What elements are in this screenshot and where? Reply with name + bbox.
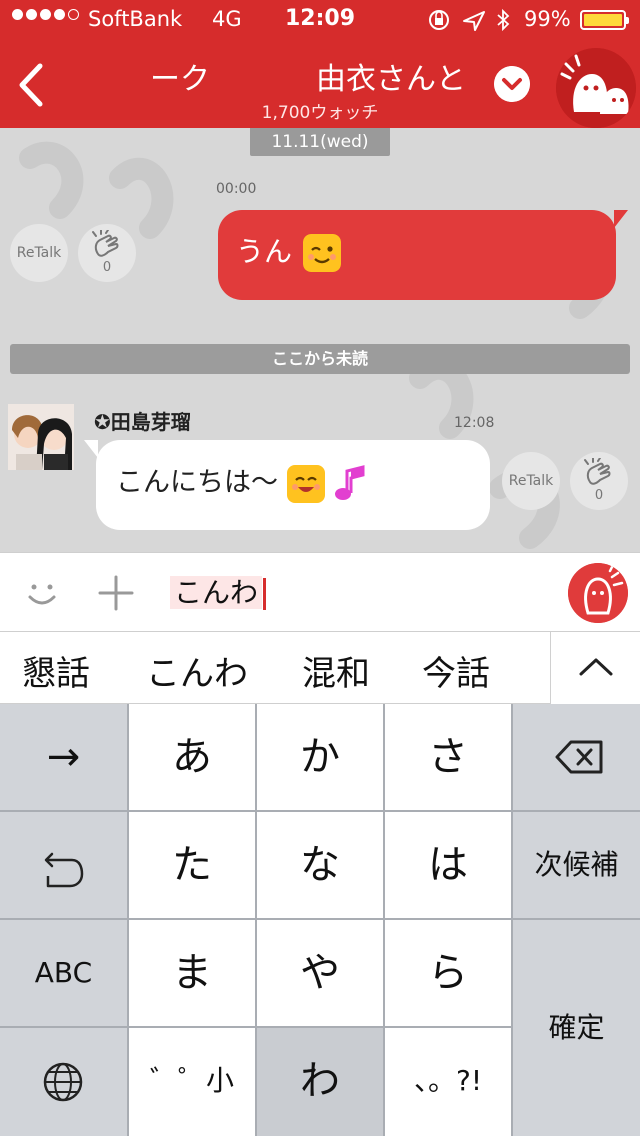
candidate-4[interactable]: 今話 xyxy=(422,646,490,695)
candidate-2[interactable]: こんわ xyxy=(146,646,248,695)
clap-count: 0 xyxy=(102,260,112,275)
talk-title-fragment: ーク xyxy=(150,62,210,97)
abc-key[interactable]: ABC xyxy=(0,920,127,1026)
composing-text: こんわ xyxy=(170,576,263,609)
globe-key[interactable] xyxy=(0,1028,127,1136)
smiling-face-emoji-icon xyxy=(286,464,325,503)
next-candidate-key[interactable]: 次候補 xyxy=(513,812,640,918)
sent-message-time: 00:00 xyxy=(216,181,257,197)
candidate-1[interactable]: 懇話 xyxy=(22,646,90,695)
key-wa[interactable]: わ xyxy=(257,1028,383,1136)
punctuation-key[interactable]: 、。?! xyxy=(385,1028,511,1136)
dakuten-key[interactable]: ゛゜小 xyxy=(129,1028,255,1136)
key-ya[interactable]: や xyxy=(257,920,383,1026)
received-message-text: こんにちは〜 xyxy=(116,467,278,498)
sent-message-text: うん xyxy=(236,235,293,268)
message-input-bar: こんわ xyxy=(0,552,640,632)
text-caret xyxy=(263,578,267,610)
sender-name: ✪田島芽瑠 xyxy=(94,410,191,434)
winking-face-emoji-icon xyxy=(302,234,341,272)
sender-avatar[interactable] xyxy=(8,404,74,470)
retalk-button[interactable]: ReTalk xyxy=(502,452,560,510)
date-label: 11.11(wed) xyxy=(250,128,390,156)
message-input[interactable]: こんわ xyxy=(170,571,550,615)
system-status-icons xyxy=(429,8,510,32)
globe-icon xyxy=(43,1062,83,1102)
received-message-time: 12:08 xyxy=(454,415,495,431)
clap-button[interactable]: 0 xyxy=(78,224,136,282)
mascot-send-icon[interactable] xyxy=(568,563,628,623)
plus-icon[interactable] xyxy=(94,571,138,615)
chevron-down-icon[interactable] xyxy=(494,66,530,102)
avatar-photo xyxy=(8,404,74,470)
sent-message-bubble[interactable]: うん xyxy=(218,210,628,300)
status-bar: SoftBank 4G 12:09 99% xyxy=(0,0,640,40)
key-ta[interactable]: た xyxy=(129,812,255,918)
key-arrow-right[interactable]: → xyxy=(0,704,127,810)
battery-icon xyxy=(580,10,629,30)
chat-header: ーク 由衣さんと 1,700ウォッチ xyxy=(0,40,640,128)
retalk-button[interactable]: ReTalk xyxy=(10,224,68,282)
music-note-emoji-icon xyxy=(335,464,365,500)
chevron-up-icon xyxy=(579,658,613,676)
talk-title: 由衣さんと xyxy=(316,62,466,97)
mascot-menu-icon[interactable] xyxy=(556,48,636,128)
confirm-key[interactable]: 確定 xyxy=(513,920,640,1136)
expand-candidates-button[interactable] xyxy=(550,632,640,704)
candidate-3[interactable]: 混和 xyxy=(302,646,370,695)
smiley-icon[interactable] xyxy=(22,573,62,613)
unread-divider: ここから未読 xyxy=(10,344,630,374)
key-ma[interactable]: ま xyxy=(129,920,255,1026)
backspace-icon xyxy=(555,740,603,774)
received-message-bubble[interactable]: こんにちは〜 xyxy=(84,440,490,530)
chat-timeline[interactable]: 11.11(wed) 00:00 ReTalk 0 うん ここから未読 ✪田島芽… xyxy=(0,128,640,552)
delete-key[interactable] xyxy=(513,704,640,810)
key-ra[interactable]: ら xyxy=(385,920,511,1026)
clap-icon xyxy=(92,230,119,257)
battery-percentage: 99% xyxy=(524,7,571,31)
undo-icon xyxy=(44,852,84,888)
watch-count: 1,700ウォッチ xyxy=(261,103,379,123)
key-ha[interactable]: は xyxy=(385,812,511,918)
key-sa[interactable]: さ xyxy=(385,704,511,810)
clap-count: 0 xyxy=(594,488,604,503)
key-a[interactable]: あ xyxy=(129,704,255,810)
undo-key[interactable] xyxy=(0,812,127,918)
clap-button[interactable]: 0 xyxy=(570,452,628,510)
clap-icon xyxy=(584,458,611,485)
japanese-flick-keyboard: → あ か さ た な は 次候補 ABC ま や ら 確定 ゛゜小 わ 、。?… xyxy=(0,704,640,1136)
key-ka[interactable]: か xyxy=(257,704,383,810)
conversion-candidates: 懇話 こんわ 混和 今話 xyxy=(0,632,640,704)
key-na[interactable]: な xyxy=(257,812,383,918)
